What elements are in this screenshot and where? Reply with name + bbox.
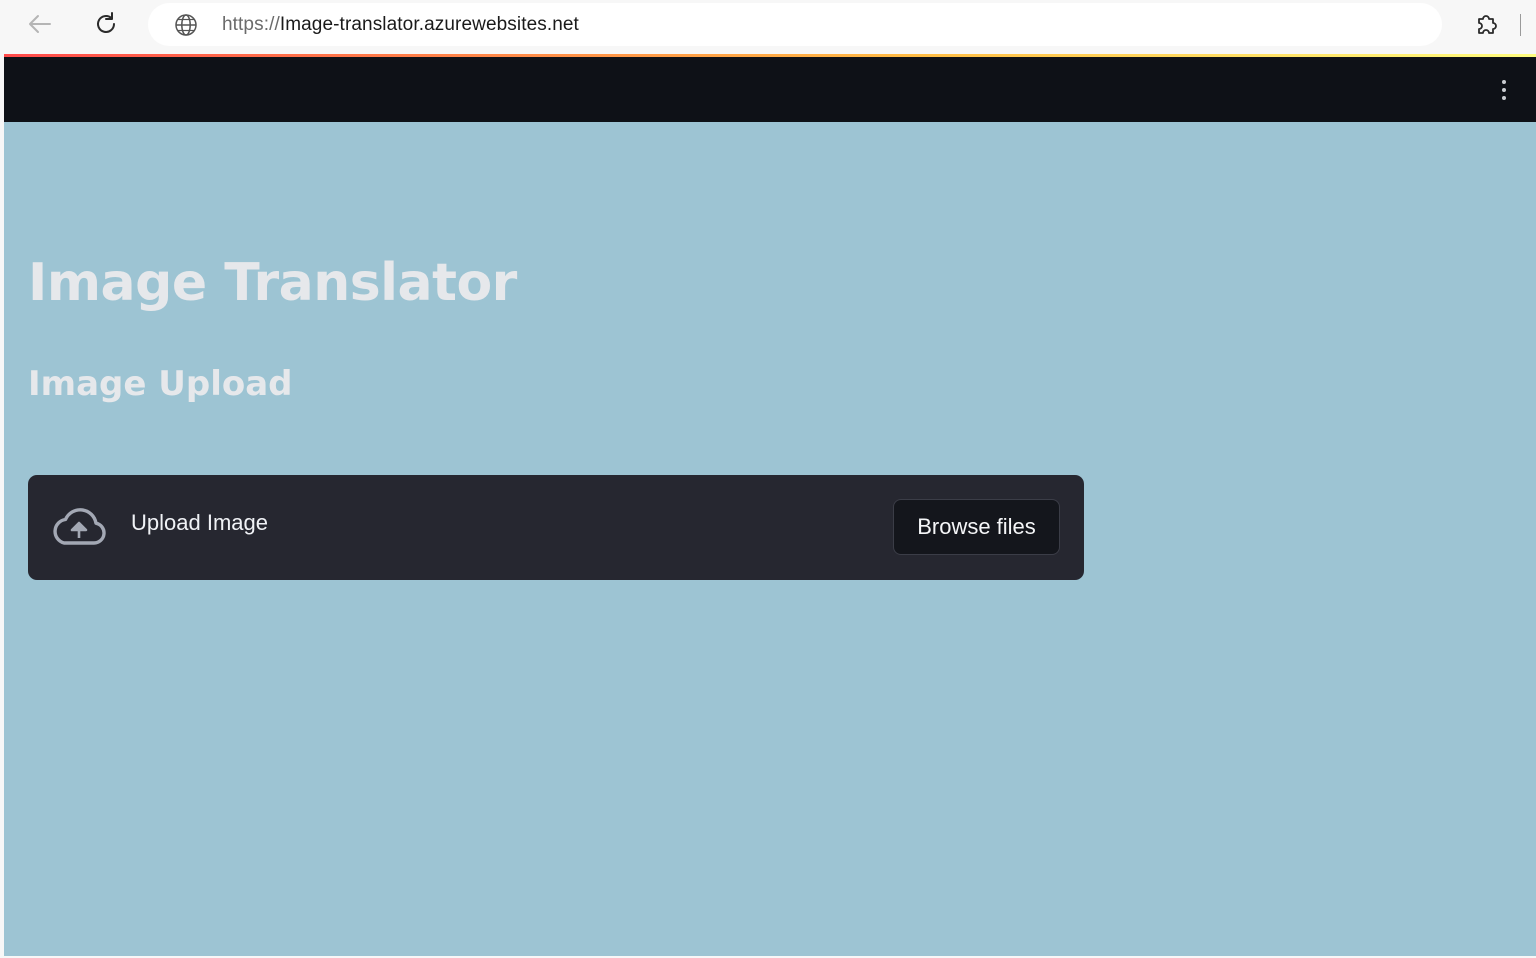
file-uploader-dropzone[interactable]: Upload Image Browse files <box>28 475 1084 580</box>
url-host: Image-translator.azurewebsites.net <box>279 14 579 35</box>
toolbar-separator <box>1520 14 1521 36</box>
section-subheader: Image Upload <box>28 364 293 404</box>
globe-icon <box>175 14 197 36</box>
app-header <box>4 56 1536 122</box>
extensions-button[interactable] <box>1470 8 1502 40</box>
app-page: Image Translator Image Upload Upload Ima… <box>4 54 1536 956</box>
cloud-upload-icon <box>53 508 106 545</box>
decoration-line <box>4 54 1536 57</box>
kebab-menu-icon <box>1502 80 1506 84</box>
upload-instructions: Upload Image <box>131 510 268 535</box>
extensions-icon <box>1478 15 1497 34</box>
back-arrow-icon <box>29 15 51 33</box>
address-bar[interactable]: https://Image-translator.azurewebsites.n… <box>148 3 1442 46</box>
browse-files-button[interactable]: Browse files <box>893 499 1060 555</box>
back-button[interactable] <box>22 6 58 42</box>
url-text[interactable]: https://Image-translator.azurewebsites.n… <box>222 14 579 36</box>
page-title: Image Translator <box>28 253 517 313</box>
reload-button[interactable] <box>88 6 124 42</box>
reload-icon <box>97 12 115 33</box>
browser-toolbar: https://Image-translator.azurewebsites.n… <box>0 0 1536 52</box>
main-menu-button[interactable] <box>1488 74 1520 106</box>
url-scheme: https:// <box>222 14 280 35</box>
